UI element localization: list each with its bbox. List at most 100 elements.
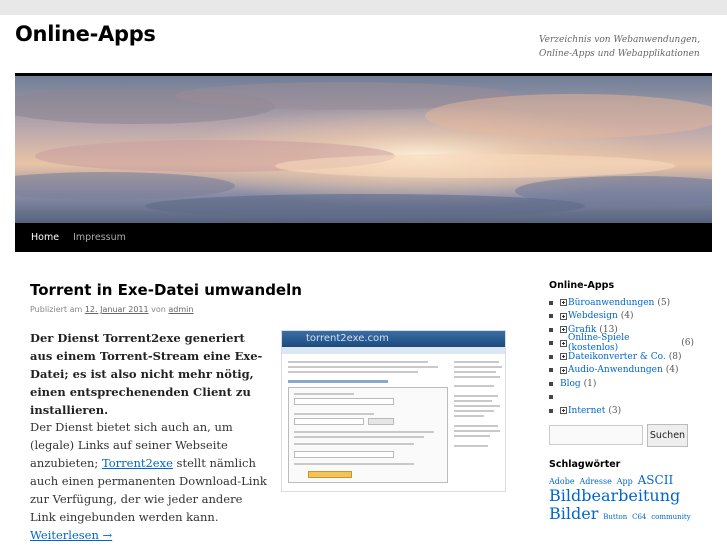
thumbnail-side-line bbox=[454, 430, 500, 432]
category-link[interactable]: Audio-Anwendungen bbox=[568, 365, 663, 375]
tag-link[interactable]: Adresse bbox=[579, 477, 611, 486]
read-more-link[interactable]: Weiterlesen → bbox=[30, 528, 112, 542]
post-title[interactable]: Torrent in Exe-Datei umwandeln bbox=[30, 281, 302, 299]
tag-link[interactable]: Bildbearbeitung bbox=[549, 486, 680, 505]
bullet-icon bbox=[549, 327, 553, 332]
post-date-link[interactable]: 12. Januar 2011 bbox=[85, 305, 149, 314]
search-button[interactable]: Suchen bbox=[647, 423, 688, 447]
thumbnail-input bbox=[294, 398, 394, 405]
category-item: Webdesign (4) bbox=[549, 310, 694, 324]
bullet-icon bbox=[549, 368, 553, 373]
site-title[interactable]: Online-Apps bbox=[15, 22, 156, 46]
header-image bbox=[15, 73, 712, 223]
bullet-icon bbox=[549, 341, 553, 346]
category-count: (1) bbox=[583, 378, 597, 389]
thumbnail-side-line bbox=[454, 415, 484, 417]
category-count: (6) bbox=[681, 338, 694, 349]
tag-link[interactable]: Adobe bbox=[549, 477, 575, 486]
thumbnail-text-line bbox=[288, 366, 438, 368]
category-link[interactable]: Webdesign bbox=[568, 311, 618, 321]
expand-plus-icon[interactable] bbox=[560, 299, 567, 307]
post-body: Der Dienst bietet sich auch an, um (lega… bbox=[30, 418, 270, 544]
category-list: Büroanwendungen (5) Webdesign (4) Grafik… bbox=[549, 296, 694, 418]
category-count: (4) bbox=[620, 311, 634, 322]
thumbnail-side-line bbox=[454, 361, 499, 363]
bullet-icon bbox=[549, 314, 553, 319]
category-count: (5) bbox=[657, 297, 671, 308]
bullet-icon bbox=[549, 300, 553, 305]
torrent2exe-link[interactable]: Torrent2exe bbox=[102, 456, 173, 470]
expand-plus-icon[interactable] bbox=[560, 353, 567, 361]
category-item: Büroanwendungen (5) bbox=[549, 296, 694, 310]
thumbnail-header: torrent2exe.com bbox=[282, 331, 505, 347]
sidebar-tags-title: Schlagwörter bbox=[549, 458, 621, 470]
category-item: Internet (3) bbox=[549, 404, 694, 418]
expand-plus-icon[interactable] bbox=[560, 312, 567, 320]
post-thumbnail[interactable]: torrent2exe.com bbox=[281, 330, 506, 492]
category-item: Online-Spiele (kostenlos) (6) bbox=[549, 333, 694, 353]
category-link[interactable]: Blog bbox=[560, 379, 581, 389]
thumbnail-input bbox=[294, 451, 394, 458]
expand-plus-icon[interactable] bbox=[560, 366, 567, 374]
tag-link[interactable]: ASCII bbox=[638, 473, 674, 487]
tag-link[interactable]: community bbox=[651, 513, 690, 521]
thumbnail-text-line bbox=[288, 361, 428, 363]
thumbnail-input bbox=[294, 418, 364, 425]
thumbnail-side-line bbox=[454, 405, 500, 407]
post-author-link[interactable]: admin bbox=[168, 305, 193, 314]
thumbnail-text-line bbox=[294, 413, 374, 415]
sunset-clouds-image bbox=[15, 76, 712, 223]
category-count: (3) bbox=[608, 405, 622, 416]
thumbnail-side-line bbox=[454, 385, 494, 387]
category-item: Audio-Anwendungen (4) bbox=[549, 364, 694, 378]
thumbnail-side-line bbox=[454, 435, 490, 437]
main-navigation: Home Impressum bbox=[15, 223, 712, 252]
thumbnail-text-line bbox=[294, 463, 414, 465]
post-lead: Der Dienst Torrent2exe generiert aus ein… bbox=[30, 331, 263, 417]
expand-plus-icon[interactable] bbox=[560, 407, 567, 415]
category-link[interactable]: Dateikonverter & Co. bbox=[568, 352, 666, 362]
post-meta-prefix: Publiziert am bbox=[30, 305, 83, 314]
thumbnail-text-line bbox=[294, 436, 424, 438]
thumbnail-side-line bbox=[454, 400, 492, 402]
thumbnail-text-line bbox=[294, 393, 354, 395]
expand-plus-icon[interactable] bbox=[560, 339, 567, 347]
thumbnail-text-line bbox=[294, 431, 434, 433]
category-link[interactable]: Büroanwendungen bbox=[568, 298, 654, 308]
tag-link[interactable]: Bilder bbox=[549, 504, 598, 523]
tag-link[interactable]: Button bbox=[603, 513, 627, 521]
nav-item-impressum[interactable]: Impressum bbox=[66, 223, 133, 252]
thumbnail-heading-line bbox=[288, 380, 388, 383]
search-form: Suchen bbox=[549, 423, 694, 447]
thumbnail-text-line bbox=[288, 371, 418, 373]
thumbnail-side-line bbox=[454, 410, 494, 412]
tag-link[interactable]: App bbox=[617, 477, 633, 486]
tag-link[interactable]: C64 bbox=[632, 513, 646, 521]
thumbnail-side-line bbox=[454, 376, 500, 378]
thumbnail-browse-button bbox=[368, 418, 394, 425]
bullet-icon bbox=[549, 381, 553, 386]
category-count: (8) bbox=[668, 351, 682, 362]
sidebar: Online-Apps Büroanwendungen (5) Webdesig… bbox=[549, 280, 694, 523]
thumbnail-nav bbox=[282, 347, 505, 354]
category-item: Dateikonverter & Co. (8) bbox=[549, 350, 694, 364]
nav-item-home[interactable]: Home bbox=[15, 223, 66, 252]
browser-top-strip bbox=[0, 0, 727, 15]
post-meta: Publiziert am 12. Januar 2011 von admin bbox=[30, 305, 193, 314]
site-description: Verzeichnis von Webanwendungen, Online-A… bbox=[539, 35, 701, 59]
thumbnail-submit-button bbox=[308, 471, 352, 478]
expand-plus-icon[interactable] bbox=[560, 326, 567, 334]
thumbnail-side-line bbox=[454, 445, 488, 447]
thumbnail-side-line bbox=[454, 425, 498, 427]
sidebar-categories-title: Online-Apps bbox=[549, 280, 615, 291]
bullet-icon bbox=[549, 408, 553, 413]
category-link[interactable]: Internet bbox=[568, 406, 605, 416]
category-count: (4) bbox=[665, 365, 679, 376]
thumbnail-side-line bbox=[454, 366, 502, 368]
category-item bbox=[549, 391, 694, 405]
bullet-icon bbox=[549, 395, 553, 400]
thumbnail-text-line bbox=[294, 443, 414, 445]
tag-cloud: Adobe Adresse App ASCII Bildbearbeitung … bbox=[549, 473, 694, 524]
search-input[interactable] bbox=[549, 425, 643, 445]
category-link[interactable]: Online-Spiele (kostenlos) bbox=[568, 333, 678, 353]
